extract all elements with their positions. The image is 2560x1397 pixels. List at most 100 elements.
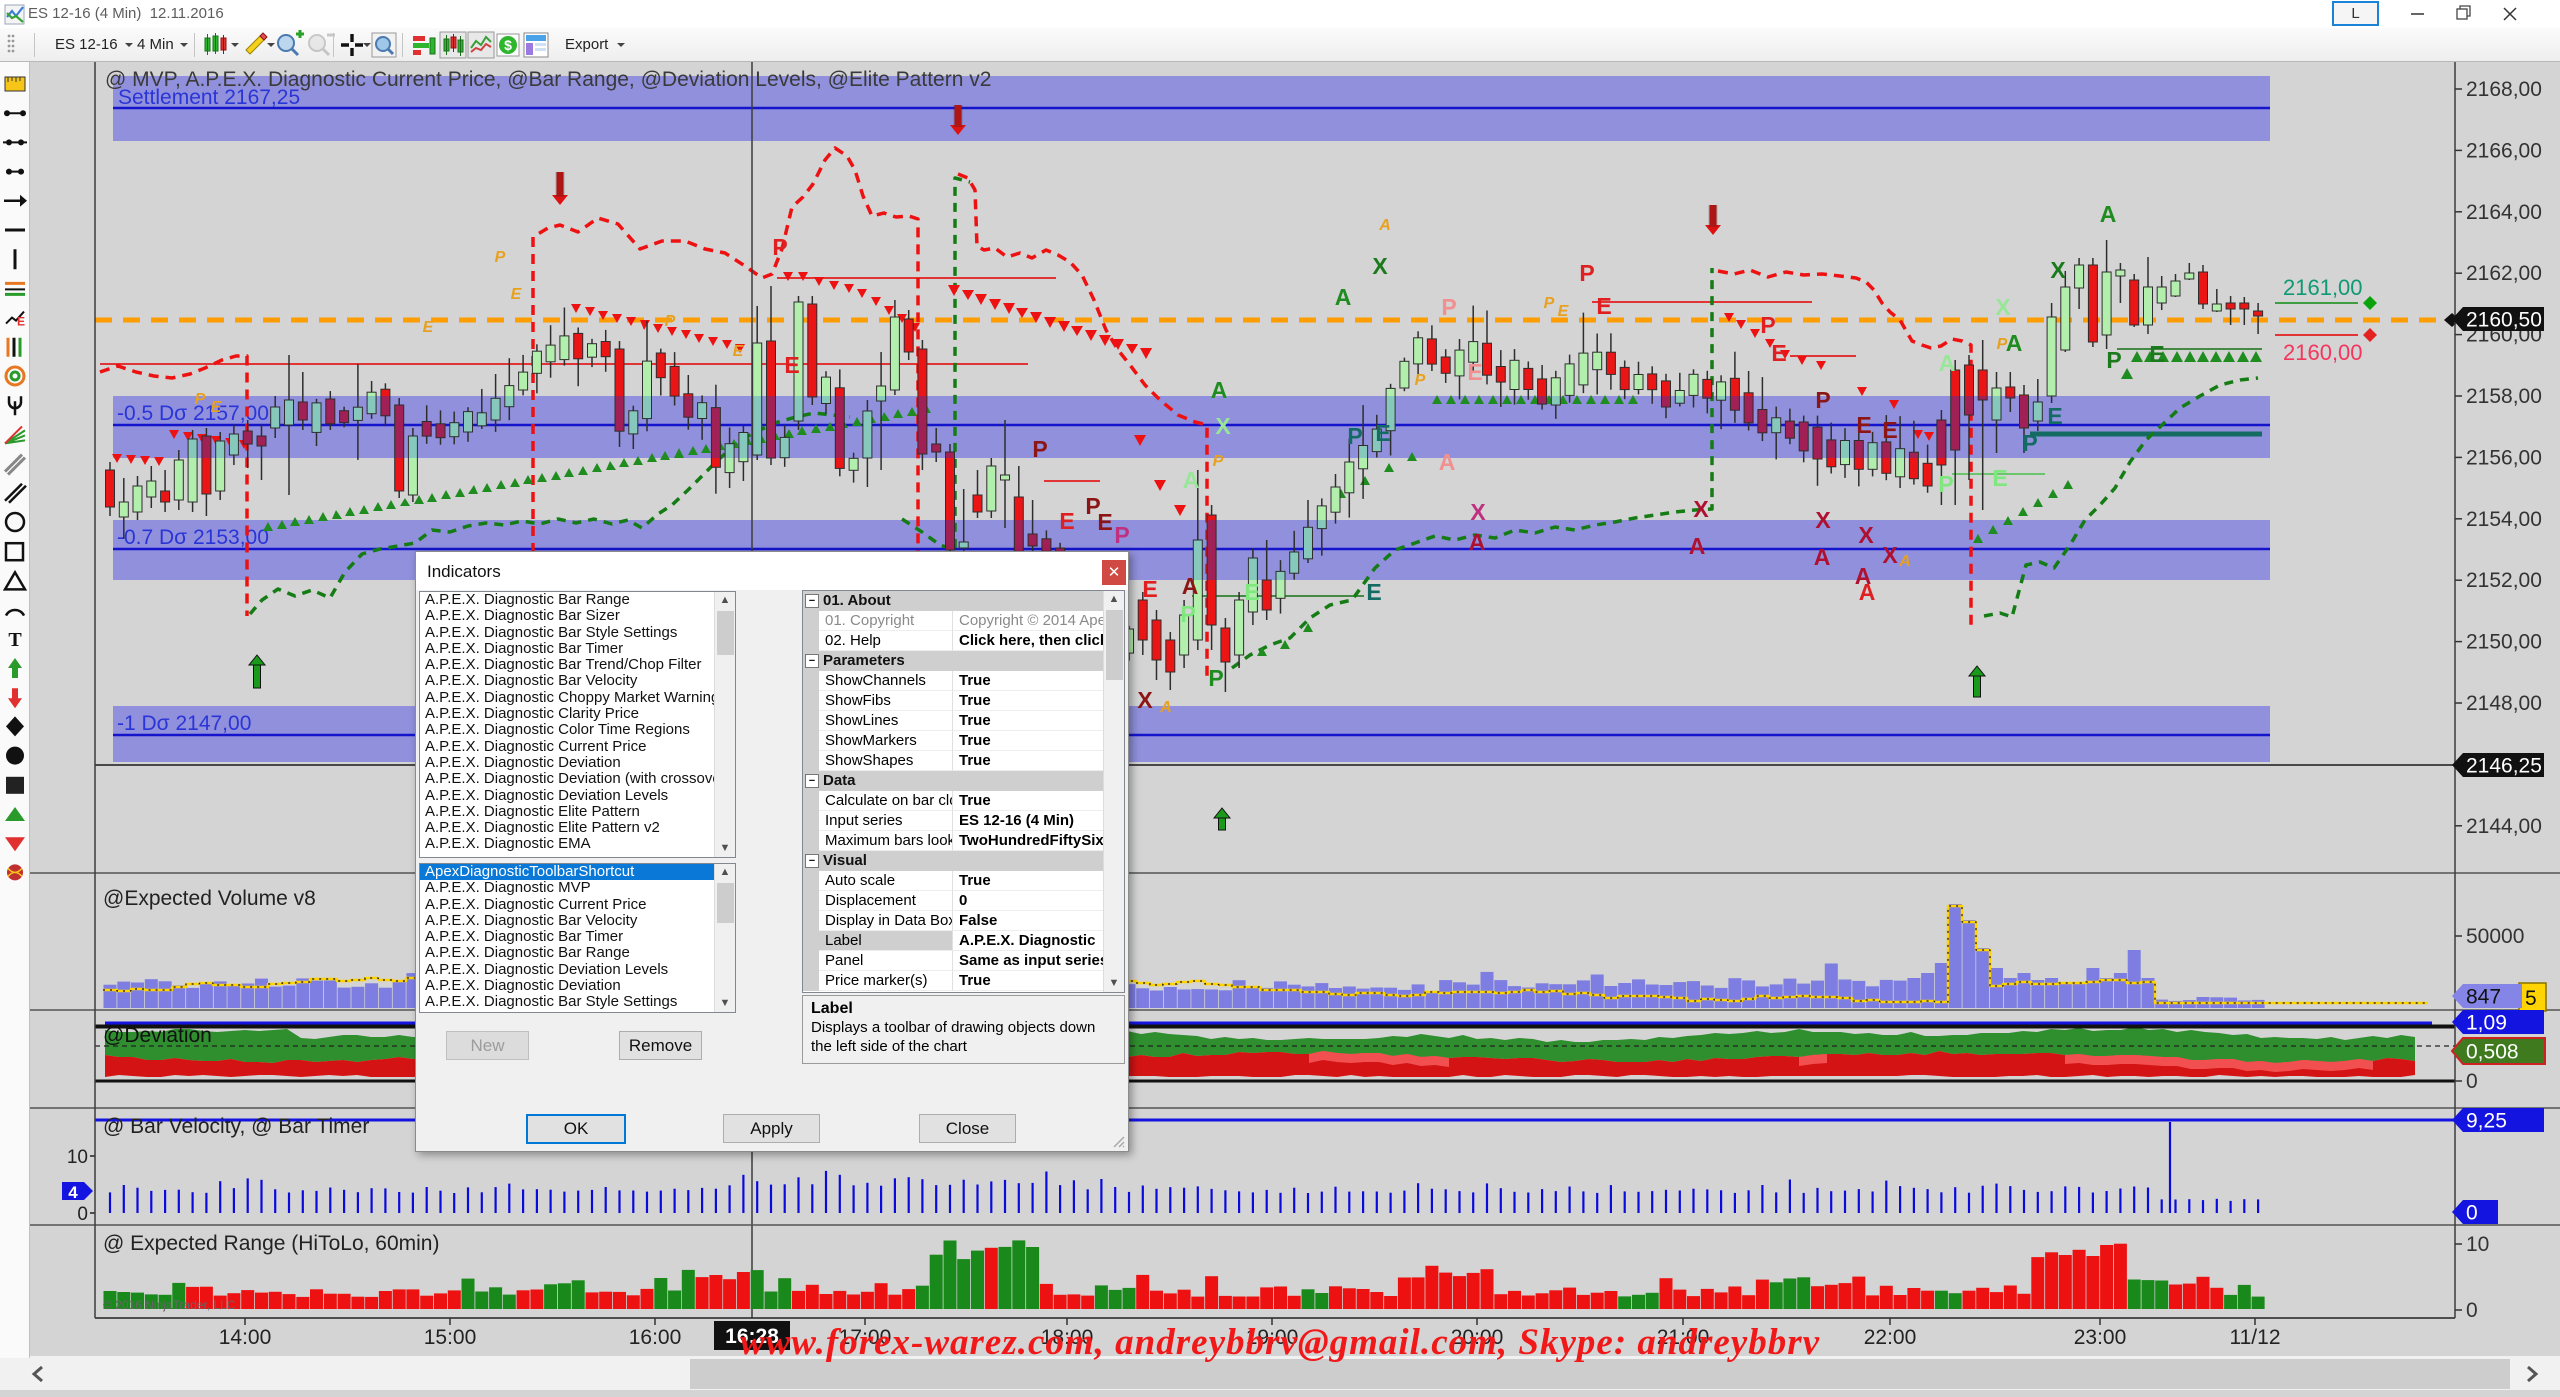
svg-text:P: P xyxy=(1544,295,1555,312)
svg-text:P: P xyxy=(195,391,206,408)
svg-text:E: E xyxy=(784,352,799,378)
svg-text:2152,00: 2152,00 xyxy=(2466,569,2542,592)
svg-text:E: E xyxy=(1467,359,1482,385)
svg-text:P: P xyxy=(2106,347,2121,373)
svg-text:P: P xyxy=(1213,453,1224,470)
svg-text:E: E xyxy=(2047,403,2062,429)
svg-text:2168,00: 2168,00 xyxy=(2466,78,2542,101)
svg-text:E: E xyxy=(1771,340,1786,366)
svg-text:10: 10 xyxy=(2466,1233,2489,1256)
svg-text:E: E xyxy=(17,315,25,329)
svg-text:E: E xyxy=(211,399,223,416)
svg-text:P: P xyxy=(1415,372,1426,389)
svg-text:X: X xyxy=(1858,522,1874,548)
svg-text:@Deviation: @Deviation xyxy=(103,1024,212,1047)
svg-text:P: P xyxy=(1114,522,1129,548)
svg-text:© 2016 NinjaTrader, LLC: © 2016 NinjaTrader, LLC xyxy=(103,1298,236,1312)
svg-text:10: 10 xyxy=(67,1147,88,1168)
svg-text:A: A xyxy=(1159,699,1172,716)
svg-text:P: P xyxy=(1441,294,1456,320)
svg-text:A: A xyxy=(1378,217,1391,234)
svg-text:A: A xyxy=(1439,449,1456,475)
svg-text:X: X xyxy=(1995,294,2011,320)
svg-text:A: A xyxy=(2006,330,2023,356)
svg-text:X: X xyxy=(1882,542,1898,568)
svg-text:2146,25: 2146,25 xyxy=(2466,755,2542,778)
svg-text:2156,00: 2156,00 xyxy=(2466,446,2542,469)
svg-text:X: X xyxy=(1470,499,1486,525)
svg-text:E: E xyxy=(733,343,745,360)
svg-text:0: 0 xyxy=(2466,1299,2478,1322)
svg-text:X: X xyxy=(1693,496,1709,522)
svg-text:0,508: 0,508 xyxy=(2466,1041,2519,1064)
svg-text:@ Bar Velocity, @ Bar Timer: @ Bar Velocity, @ Bar Timer xyxy=(103,1115,369,1138)
svg-text:2158,00: 2158,00 xyxy=(2466,385,2542,408)
svg-text:X: X xyxy=(1372,253,1388,279)
svg-text:E: E xyxy=(2149,341,2164,367)
svg-text:E: E xyxy=(423,319,435,336)
svg-text:E: E xyxy=(1558,303,1570,320)
svg-text:A: A xyxy=(1182,573,1199,599)
svg-text:1,09: 1,09 xyxy=(2466,1012,2507,1035)
svg-text:2161,00: 2161,00 xyxy=(2283,275,2363,300)
svg-text:A: A xyxy=(1183,467,1200,493)
svg-text:P: P xyxy=(665,313,676,330)
svg-text:X: X xyxy=(1137,687,1153,713)
svg-text:P: P xyxy=(1180,601,1195,627)
svg-text:E: E xyxy=(1992,465,2007,491)
svg-text:A: A xyxy=(1469,529,1486,555)
svg-text:X: X xyxy=(1815,507,1831,533)
svg-text:P: P xyxy=(772,234,787,260)
svg-text:5: 5 xyxy=(2525,987,2537,1010)
svg-text:E: E xyxy=(1059,508,1074,534)
svg-text:50000: 50000 xyxy=(2466,925,2524,948)
svg-text:E: E xyxy=(1856,412,1871,438)
svg-text:A: A xyxy=(1939,350,1956,376)
svg-text:@ Expected Range (HiToLo, 60mi: @ Expected Range (HiToLo, 60min) xyxy=(103,1232,439,1255)
svg-text:E: E xyxy=(1244,579,1259,605)
svg-text:847: 847 xyxy=(2466,986,2501,1009)
svg-text:P: P xyxy=(1815,387,1830,413)
svg-text:2154,00: 2154,00 xyxy=(2466,508,2542,531)
svg-text:@Expected Volume v8: @Expected Volume v8 xyxy=(103,887,316,910)
svg-text:A: A xyxy=(2100,201,2117,227)
svg-text:A: A xyxy=(1689,533,1706,559)
svg-text:2144,00: 2144,00 xyxy=(2466,815,2542,838)
svg-text:A: A xyxy=(1898,553,1911,570)
svg-text:2166,00: 2166,00 xyxy=(2466,139,2542,162)
svg-text:9,25: 9,25 xyxy=(2466,1110,2507,1133)
svg-text:E: E xyxy=(1375,420,1390,446)
svg-text:T: T xyxy=(8,629,22,651)
svg-text:2164,00: 2164,00 xyxy=(2466,201,2542,224)
svg-text:P: P xyxy=(1579,260,1594,286)
svg-text:X: X xyxy=(1215,413,1231,439)
svg-text:P: P xyxy=(1347,423,1362,449)
svg-text:A: A xyxy=(1335,284,1352,310)
svg-text:E: E xyxy=(1882,417,1897,443)
svg-text:A: A xyxy=(1855,563,1872,589)
svg-text:P: P xyxy=(1032,436,1047,462)
svg-text:P: P xyxy=(1760,312,1775,338)
svg-text:0: 0 xyxy=(2466,1070,2478,1093)
svg-text:0: 0 xyxy=(2466,1202,2478,1225)
svg-text:$: $ xyxy=(504,37,512,53)
svg-text:E: E xyxy=(1366,579,1381,605)
svg-text:E: E xyxy=(1097,509,1112,535)
svg-text:2148,00: 2148,00 xyxy=(2466,692,2542,715)
svg-text:4: 4 xyxy=(68,1183,78,1202)
svg-text:E: E xyxy=(511,286,523,303)
svg-text:-1 Dσ 2147,00: -1 Dσ 2147,00 xyxy=(117,712,251,735)
svg-text:P: P xyxy=(495,249,506,266)
svg-text:P: P xyxy=(1938,471,1953,497)
svg-text:E: E xyxy=(1142,576,1157,602)
svg-text:@ MVP, A.P.E.X. Diagnostic Cur: @ MVP, A.P.E.X. Diagnostic Current Price… xyxy=(105,68,991,91)
svg-text:P: P xyxy=(2022,430,2037,456)
svg-text:0: 0 xyxy=(77,1204,88,1225)
svg-text:2160,00: 2160,00 xyxy=(2283,340,2363,365)
svg-text:E: E xyxy=(1596,293,1611,319)
svg-text:2160,50: 2160,50 xyxy=(2466,309,2542,332)
svg-text:A: A xyxy=(1211,377,1228,403)
svg-text:2150,00: 2150,00 xyxy=(2466,631,2542,654)
svg-text:X: X xyxy=(2050,257,2066,283)
svg-text:2162,00: 2162,00 xyxy=(2466,262,2542,285)
